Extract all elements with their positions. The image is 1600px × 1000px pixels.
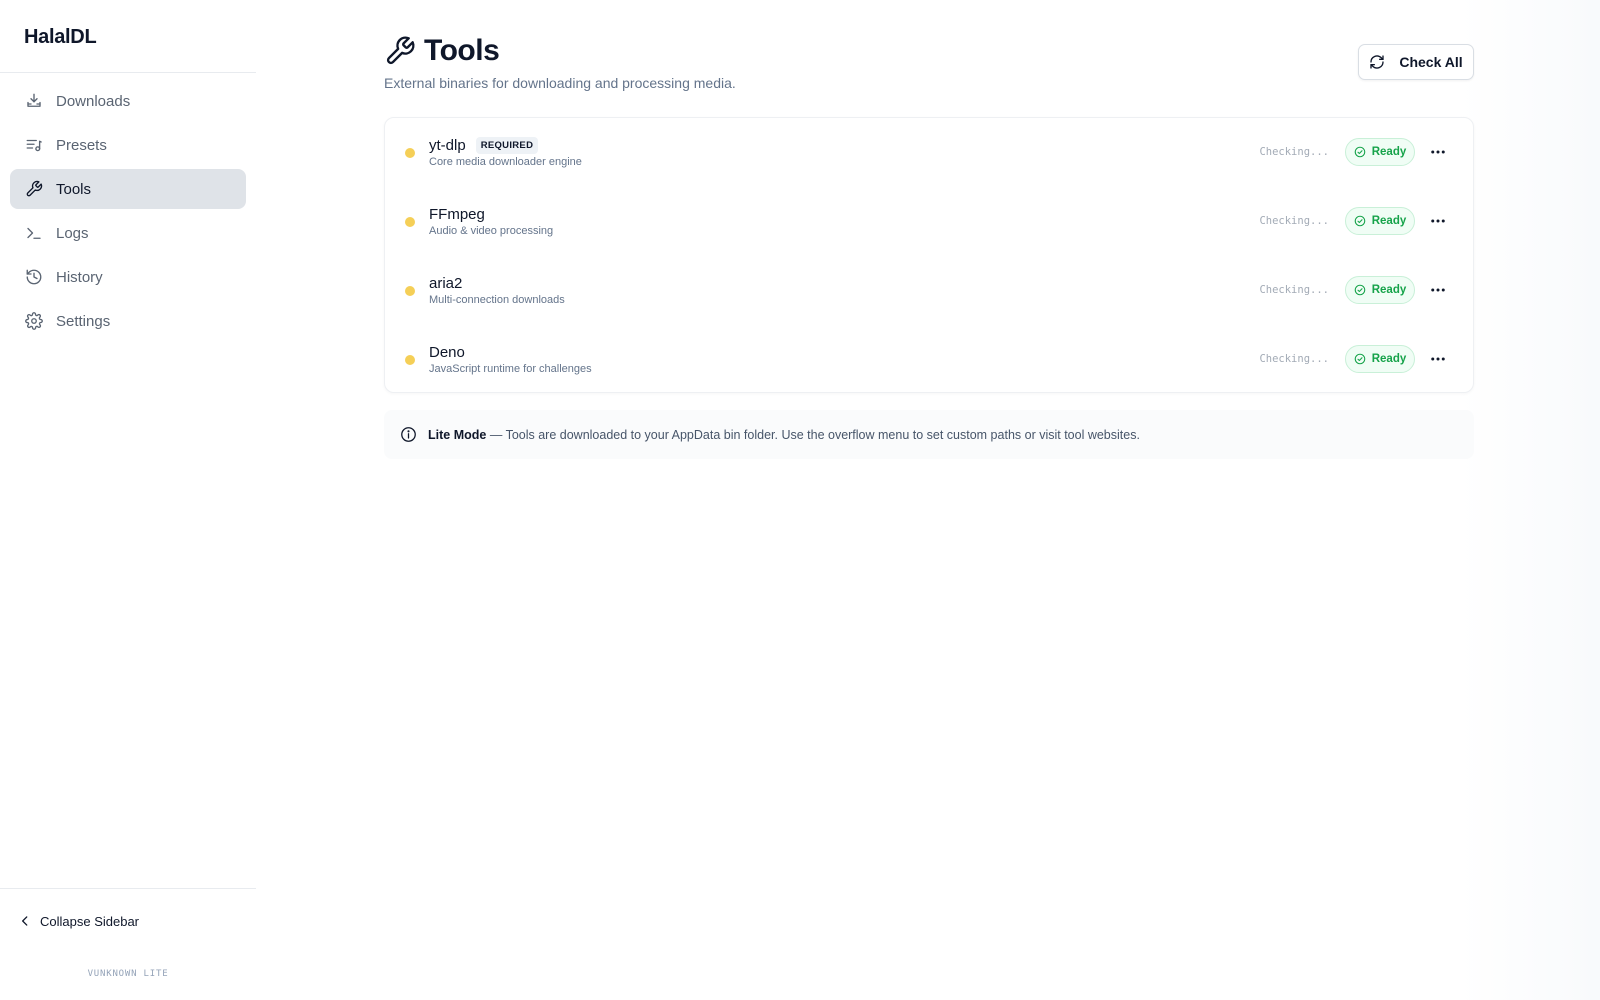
sidebar-footer: Collapse Sidebar VUNKNOWN LITE — [0, 888, 256, 1000]
check-circle-icon — [1354, 215, 1366, 227]
chevron-left-icon — [18, 914, 32, 928]
status-label: Ready — [1371, 353, 1407, 365]
tool-name: Deno — [429, 344, 465, 361]
status-dot — [405, 355, 415, 365]
check-all-label: Check All — [1399, 54, 1463, 70]
page-subtitle: External binaries for downloading and pr… — [384, 75, 736, 91]
checking-status: Checking... — [1259, 284, 1329, 296]
check-circle-icon — [1354, 146, 1366, 158]
tool-name-line: FFmpeg — [429, 206, 485, 223]
check-all-button[interactable]: Check All — [1358, 44, 1474, 80]
check-circle-icon — [1354, 353, 1366, 365]
sidebar-item-downloads[interactable]: Downloads — [10, 81, 246, 121]
more-horizontal-icon — [1431, 357, 1445, 361]
page-header: Tools External binaries for downloading … — [384, 0, 1474, 112]
sidebar-item-label: Settings — [56, 312, 111, 330]
more-options-button[interactable] — [1427, 349, 1449, 369]
checking-status: Checking... — [1259, 353, 1329, 365]
sidebar-nav: Downloads Presets Tools Logs History Set… — [0, 73, 256, 353]
more-options-button[interactable] — [1427, 142, 1449, 162]
status-label: Ready — [1371, 215, 1407, 227]
page-title: Tools — [424, 34, 500, 67]
tool-row-deno: Deno JavaScript runtime for challenges C… — [385, 325, 1473, 394]
background-fade — [1460, 0, 1600, 1000]
required-badge: REQUIRED — [475, 137, 539, 154]
checking-status: Checking... — [1259, 215, 1329, 227]
tool-name-line: aria2 — [429, 275, 462, 292]
status-dot — [405, 148, 415, 158]
tool-name: FFmpeg — [429, 206, 485, 223]
terminal-icon — [25, 224, 43, 242]
tool-name-line: Deno — [429, 344, 465, 361]
list-music-icon — [25, 136, 43, 154]
status-dot — [405, 217, 415, 227]
sidebar-item-history[interactable]: History — [10, 257, 246, 297]
app-logo: HalalDL — [0, 0, 256, 73]
status-badge: Ready — [1345, 207, 1415, 235]
status-badge: Ready — [1345, 276, 1415, 304]
tool-name-line: yt-dlp REQUIRED — [429, 137, 539, 154]
tool-row-ffmpeg: FFmpeg Audio & video processing Checking… — [385, 187, 1473, 256]
status-badge: Ready — [1345, 345, 1415, 373]
checking-status: Checking... — [1259, 146, 1329, 158]
tool-row-aria2: aria2 Multi-connection downloads Checkin… — [385, 256, 1473, 325]
collapse-sidebar-button[interactable]: Collapse Sidebar — [18, 907, 256, 935]
wrench-icon — [384, 35, 416, 67]
version-label: VUNKNOWN LITE — [87, 969, 169, 979]
notice-text: — Tools are downloaded to your AppData b… — [486, 427, 1140, 442]
main-content: Tools External binaries for downloading … — [384, 0, 1474, 459]
sidebar-item-presets[interactable]: Presets — [10, 125, 246, 165]
info-icon — [400, 426, 417, 443]
sidebar-item-label: Logs — [56, 224, 89, 242]
more-options-button[interactable] — [1427, 280, 1449, 300]
wrench-icon — [25, 180, 43, 198]
sidebar-item-tools[interactable]: Tools — [10, 169, 246, 209]
history-icon — [25, 268, 43, 286]
tool-description: Audio & video processing — [429, 225, 554, 237]
more-options-button[interactable] — [1427, 211, 1449, 231]
sidebar-item-logs[interactable]: Logs — [10, 213, 246, 253]
check-circle-icon — [1354, 284, 1366, 296]
tools-list: yt-dlp REQUIRED Core media downloader en… — [384, 117, 1474, 393]
more-horizontal-icon — [1431, 288, 1445, 292]
status-dot — [405, 286, 415, 296]
sidebar-item-label: Presets — [56, 136, 107, 154]
download-tray-icon — [25, 92, 43, 110]
collapse-sidebar-label: Collapse Sidebar — [40, 913, 140, 929]
sidebar: HalalDL Downloads Presets Tools Logs His… — [0, 0, 256, 1000]
sidebar-item-settings[interactable]: Settings — [10, 301, 246, 341]
refresh-icon — [1369, 54, 1385, 70]
status-label: Ready — [1371, 146, 1407, 158]
notice-title: Lite Mode — [428, 427, 487, 442]
status-label: Ready — [1371, 284, 1407, 296]
tool-row-yt-dlp: yt-dlp REQUIRED Core media downloader en… — [385, 118, 1473, 187]
gear-icon — [25, 312, 43, 330]
more-horizontal-icon — [1431, 150, 1445, 154]
more-horizontal-icon — [1431, 219, 1445, 223]
tool-description: Multi-connection downloads — [429, 294, 565, 306]
status-badge: Ready — [1345, 138, 1415, 166]
tool-name: aria2 — [429, 275, 463, 292]
sidebar-item-label: History — [56, 268, 103, 286]
tool-name: yt-dlp — [429, 137, 466, 154]
sidebar-item-label: Downloads — [56, 92, 131, 110]
lite-mode-notice: Lite Mode — Tools are downloaded to your… — [384, 410, 1474, 459]
tool-description: Core media downloader engine — [429, 156, 582, 168]
sidebar-item-label: Tools — [56, 180, 92, 198]
title-row: Tools — [384, 34, 500, 68]
tool-description: JavaScript runtime for challenges — [429, 363, 592, 375]
